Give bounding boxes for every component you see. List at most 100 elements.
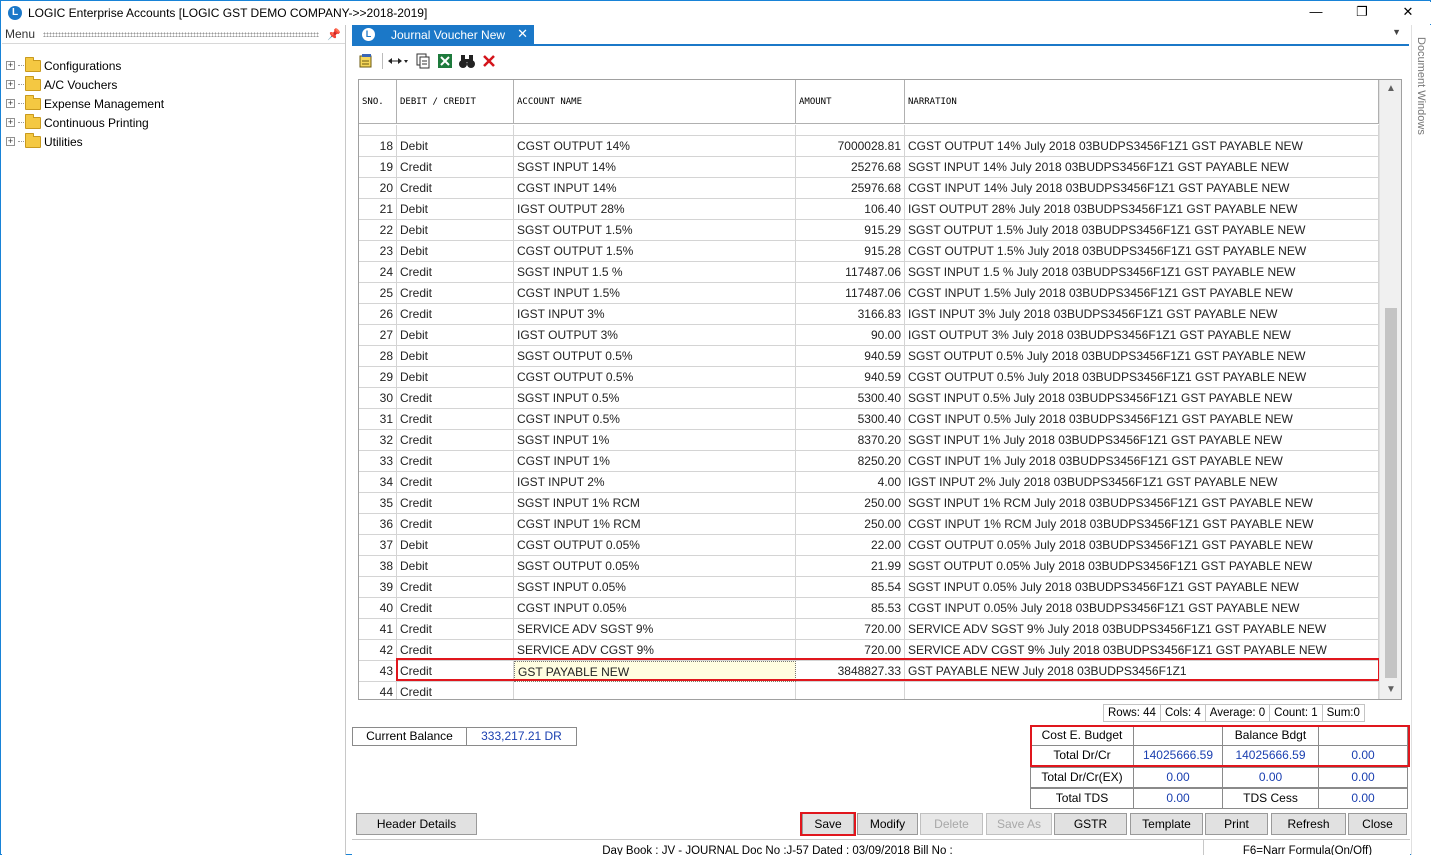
cell-amount[interactable]: 940.59 [796, 346, 905, 367]
cell-narration[interactable]: CGST INPUT 0.5% July 2018 03BUDPS3456F1Z… [905, 409, 1379, 430]
tab-journal-voucher-new[interactable]: L Journal Voucher New ✕ [352, 25, 534, 44]
cell-narration[interactable]: CGST INPUT 14% July 2018 03BUDPS3456F1Z1… [905, 178, 1379, 199]
column-header-account-name[interactable]: ACCOUNT NAME [514, 80, 796, 124]
cell-sno[interactable]: 32 [359, 430, 397, 451]
table-row[interactable]: 29 Debit CGST OUTPUT 0.5% 940.59 CGST OUTPUT… [359, 367, 1379, 388]
cell-account-name[interactable]: SGST INPUT 1% [514, 430, 796, 451]
cell-account-name[interactable]: CGST INPUT 0.05% [514, 598, 796, 619]
tree-item-expense-management[interactable]: + Expense Management [2, 94, 345, 113]
cell-amount[interactable]: 3848827.33 [796, 661, 905, 682]
cell-debit-credit[interactable]: Credit [397, 640, 514, 661]
cell-sno[interactable]: 35 [359, 493, 397, 514]
cell-sno[interactable]: 20 [359, 178, 397, 199]
cell-amount[interactable]: 8250.20 [796, 451, 905, 472]
document-windows-strip[interactable]: Document Windows [1411, 25, 1431, 855]
cell-account-name[interactable]: CGST OUTPUT 0.05% [514, 535, 796, 556]
cell-debit-credit[interactable]: Debit [397, 325, 514, 346]
print-button[interactable]: Print [1205, 813, 1268, 835]
cell-narration[interactable]: SGST OUTPUT 0.5% July 2018 03BUDPS3456F1… [905, 346, 1379, 367]
cell-narration[interactable]: SGST OUTPUT 1.5% July 2018 03BUDPS3456F1… [905, 220, 1379, 241]
cell-narration[interactable]: CGST OUTPUT 0.05% July 2018 03BUDPS3456F… [905, 535, 1379, 556]
cell-amount[interactable]: 720.00 [796, 640, 905, 661]
cell-account-name[interactable]: SGST INPUT 14% [514, 157, 796, 178]
cell-amount[interactable]: 915.29 [796, 220, 905, 241]
table-row[interactable]: 43 Credit GST PAYABLE NEW 3848827.33 GST PA… [359, 661, 1379, 682]
cell-narration[interactable]: CGST INPUT 1.5% July 2018 03BUDPS3456F1Z… [905, 283, 1379, 304]
cell-narration[interactable]: SGST INPUT 1% July 2018 03BUDPS3456F1Z1 … [905, 430, 1379, 451]
cell-sno[interactable]: 33 [359, 451, 397, 472]
column-header-debit-credit[interactable]: DEBIT / CREDIT [397, 80, 514, 124]
vertical-scrollbar[interactable]: ▲ ▼ [1379, 80, 1401, 699]
table-row[interactable]: 31 Credit CGST INPUT 0.5% 5300.40 CGST INPUT… [359, 409, 1379, 430]
cell-debit-credit[interactable]: Credit [397, 661, 514, 682]
cell-account-name[interactable]: SGST OUTPUT 0.5% [514, 346, 796, 367]
cell-account-name[interactable]: SERVICE ADV CGST 9% [514, 640, 796, 661]
cell-debit-credit[interactable]: Debit [397, 136, 514, 157]
narration-formula-toggle[interactable]: F6=Narr Formula(On/Off) [1205, 840, 1410, 855]
cell-narration[interactable]: IGST OUTPUT 28% July 2018 03BUDPS3456F1Z… [905, 199, 1379, 220]
cell-amount[interactable]: 22.00 [796, 535, 905, 556]
cell-sno[interactable]: 37 [359, 535, 397, 556]
cell-debit-credit[interactable]: Credit [397, 598, 514, 619]
cell-debit-credit[interactable]: Debit [397, 346, 514, 367]
cell-account-name[interactable]: SGST OUTPUT 1.5% [514, 220, 796, 241]
cell-account-name[interactable]: SGST INPUT 0.05% [514, 577, 796, 598]
cell-account-name[interactable]: CGST OUTPUT 0.5% [514, 367, 796, 388]
expand-icon[interactable]: + [6, 137, 15, 146]
cell-debit-credit[interactable]: Debit [397, 367, 514, 388]
column-resize-icon[interactable] [386, 52, 410, 70]
cell-sno[interactable]: 42 [359, 640, 397, 661]
table-row[interactable]: 33 Credit CGST INPUT 1% 8250.20 CGST INPUT 1… [359, 451, 1379, 472]
tree-item-utilities[interactable]: + Utilities [2, 132, 345, 151]
tree-item-ac-vouchers[interactable]: + A/C Vouchers [2, 75, 345, 94]
cell-sno[interactable]: 29 [359, 367, 397, 388]
cell-sno[interactable]: 22 [359, 220, 397, 241]
cell-account-name[interactable]: CGST INPUT 14% [514, 178, 796, 199]
cell-amount[interactable]: 117487.06 [796, 262, 905, 283]
cell-amount[interactable]: 25976.68 [796, 178, 905, 199]
cell-account-name[interactable]: SGST INPUT 1.5 % [514, 262, 796, 283]
cell-debit-credit[interactable]: Debit [397, 220, 514, 241]
delete-button[interactable]: Delete [920, 813, 983, 835]
cell-narration[interactable]: IGST INPUT 2% July 2018 03BUDPS3456F1Z1 … [905, 472, 1379, 493]
table-row[interactable]: 30 Credit SGST INPUT 0.5% 5300.40 SGST INPUT… [359, 388, 1379, 409]
column-header-sno[interactable]: SNO. [359, 80, 397, 124]
cell-debit-credit[interactable]: Credit [397, 451, 514, 472]
cell-account-name[interactable]: CGST INPUT 0.5% [514, 409, 796, 430]
cell-narration[interactable]: CGST OUTPUT 14% July 2018 03BUDPS3456F1Z… [905, 136, 1379, 157]
cell-narration[interactable]: SGST INPUT 1.5 % July 2018 03BUDPS3456F1… [905, 262, 1379, 283]
cell-narration[interactable]: IGST OUTPUT 3% July 2018 03BUDPS3456F1Z1… [905, 325, 1379, 346]
pin-icon[interactable]: 📌 [327, 28, 341, 41]
cell-account-name[interactable]: SGST OUTPUT 0.05% [514, 556, 796, 577]
cell-account-name[interactable]: CGST INPUT 1.5% [514, 283, 796, 304]
table-row[interactable]: 28 Debit SGST OUTPUT 0.5% 940.59 SGST OUTPUT… [359, 346, 1379, 367]
cell-sno[interactable]: 41 [359, 619, 397, 640]
save-as-button[interactable]: Save As [986, 813, 1052, 835]
table-row[interactable]: 23 Debit CGST OUTPUT 1.5% 915.28 CGST OUTPUT… [359, 241, 1379, 262]
cell-sno[interactable]: 31 [359, 409, 397, 430]
cell-amount[interactable]: 250.00 [796, 514, 905, 535]
modify-button[interactable]: Modify [857, 813, 918, 835]
cell-debit-credit[interactable]: Debit [397, 241, 514, 262]
cell-debit-credit[interactable]: Debit [397, 535, 514, 556]
expand-icon[interactable]: + [6, 118, 15, 127]
cell-debit-credit[interactable]: Debit [397, 199, 514, 220]
cell-sno[interactable]: 28 [359, 346, 397, 367]
cell-sno[interactable]: 18 [359, 136, 397, 157]
cell-sno[interactable]: 40 [359, 598, 397, 619]
cell-narration[interactable]: SGST OUTPUT 0.05% July 2018 03BUDPS3456F… [905, 556, 1379, 577]
cell-amount[interactable] [796, 682, 905, 699]
cell-account-name[interactable] [514, 682, 796, 699]
scrollbar-thumb[interactable] [1385, 308, 1397, 678]
cell-amount[interactable]: 4.00 [796, 472, 905, 493]
gstr-button[interactable]: GSTR [1054, 813, 1127, 835]
cell-debit-credit[interactable]: Credit [397, 157, 514, 178]
cell-narration[interactable]: SGST INPUT 0.05% July 2018 03BUDPS3456F1… [905, 577, 1379, 598]
cell-account-name[interactable]: SERVICE ADV SGST 9% [514, 619, 796, 640]
chevron-down-icon[interactable]: ▼ [1392, 27, 1401, 37]
cell-debit-credit[interactable]: Credit [397, 493, 514, 514]
cell-narration[interactable]: CGST INPUT 1% RCM July 2018 03BUDPS3456F… [905, 514, 1379, 535]
scroll-up-icon[interactable]: ▲ [1380, 80, 1401, 98]
cell-account-name[interactable]: IGST INPUT 3% [514, 304, 796, 325]
cell-sno[interactable]: 21 [359, 199, 397, 220]
